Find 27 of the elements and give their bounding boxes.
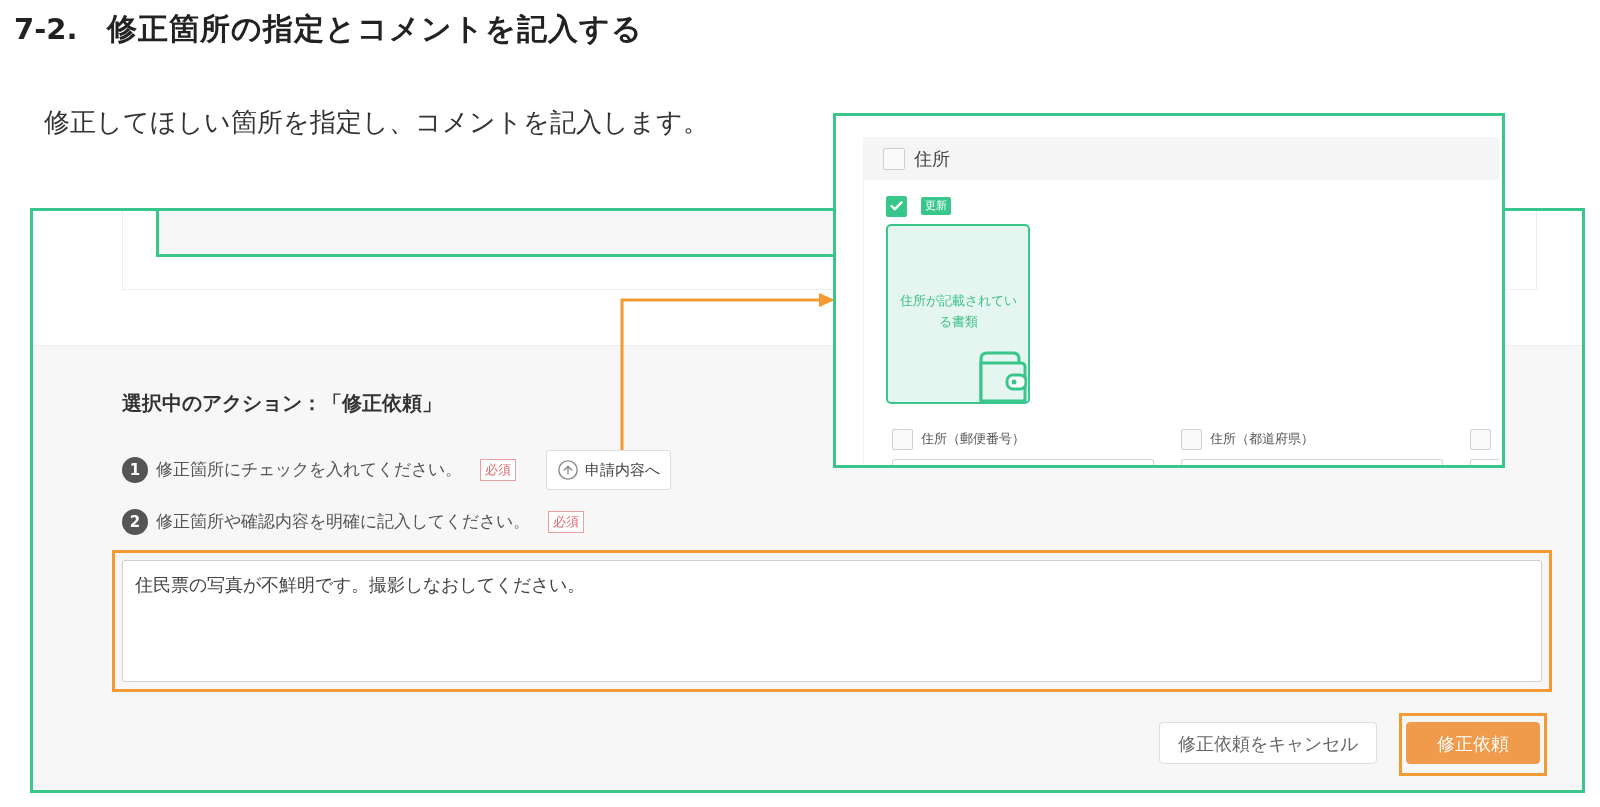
- checkbox[interactable]: [892, 428, 913, 450]
- section-label: 住所: [914, 147, 950, 171]
- step-text: 修正箇所にチェックを入れてください。: [156, 458, 462, 482]
- check-icon: [890, 201, 903, 211]
- section-title: 修正箇所の指定とコメントを記入する: [107, 9, 644, 48]
- wallet-icon: [977, 351, 1027, 403]
- checkbox[interactable]: [886, 195, 907, 217]
- document-label: 住所が記載されている書類: [898, 292, 1018, 331]
- cancel-button[interactable]: 修正依頼をキャンセル: [1159, 722, 1377, 764]
- input-field[interactable]: [892, 459, 1154, 465]
- step-text: 修正箇所や確認内容を明確に記入してください。: [156, 510, 530, 534]
- intro-text: 修正してほしい箇所を指定し、コメントを記入します。: [44, 107, 709, 137]
- comment-textarea[interactable]: 住民票の写真が不鮮明です。撮影しなおしてください。: [122, 560, 1542, 682]
- step-number: 2: [122, 509, 148, 535]
- field-label: 住所（都道府県）: [1210, 430, 1314, 449]
- required-badge: 必須: [548, 511, 584, 533]
- step-number: 1: [122, 457, 148, 483]
- checkbox[interactable]: [883, 147, 905, 170]
- action-label: 選択中のアクション：「修正依頼」: [122, 390, 442, 416]
- update-badge: 更新: [921, 197, 951, 215]
- required-badge: 必須: [480, 459, 516, 481]
- section-number: 7-2.: [14, 10, 78, 48]
- input-field[interactable]: [1181, 459, 1443, 465]
- checkbox[interactable]: [1181, 428, 1202, 450]
- checkbox[interactable]: [1470, 428, 1491, 450]
- field-label: 住所（郵便番号）: [921, 430, 1025, 449]
- jump-button[interactable]: 申請内容へ: [546, 450, 671, 490]
